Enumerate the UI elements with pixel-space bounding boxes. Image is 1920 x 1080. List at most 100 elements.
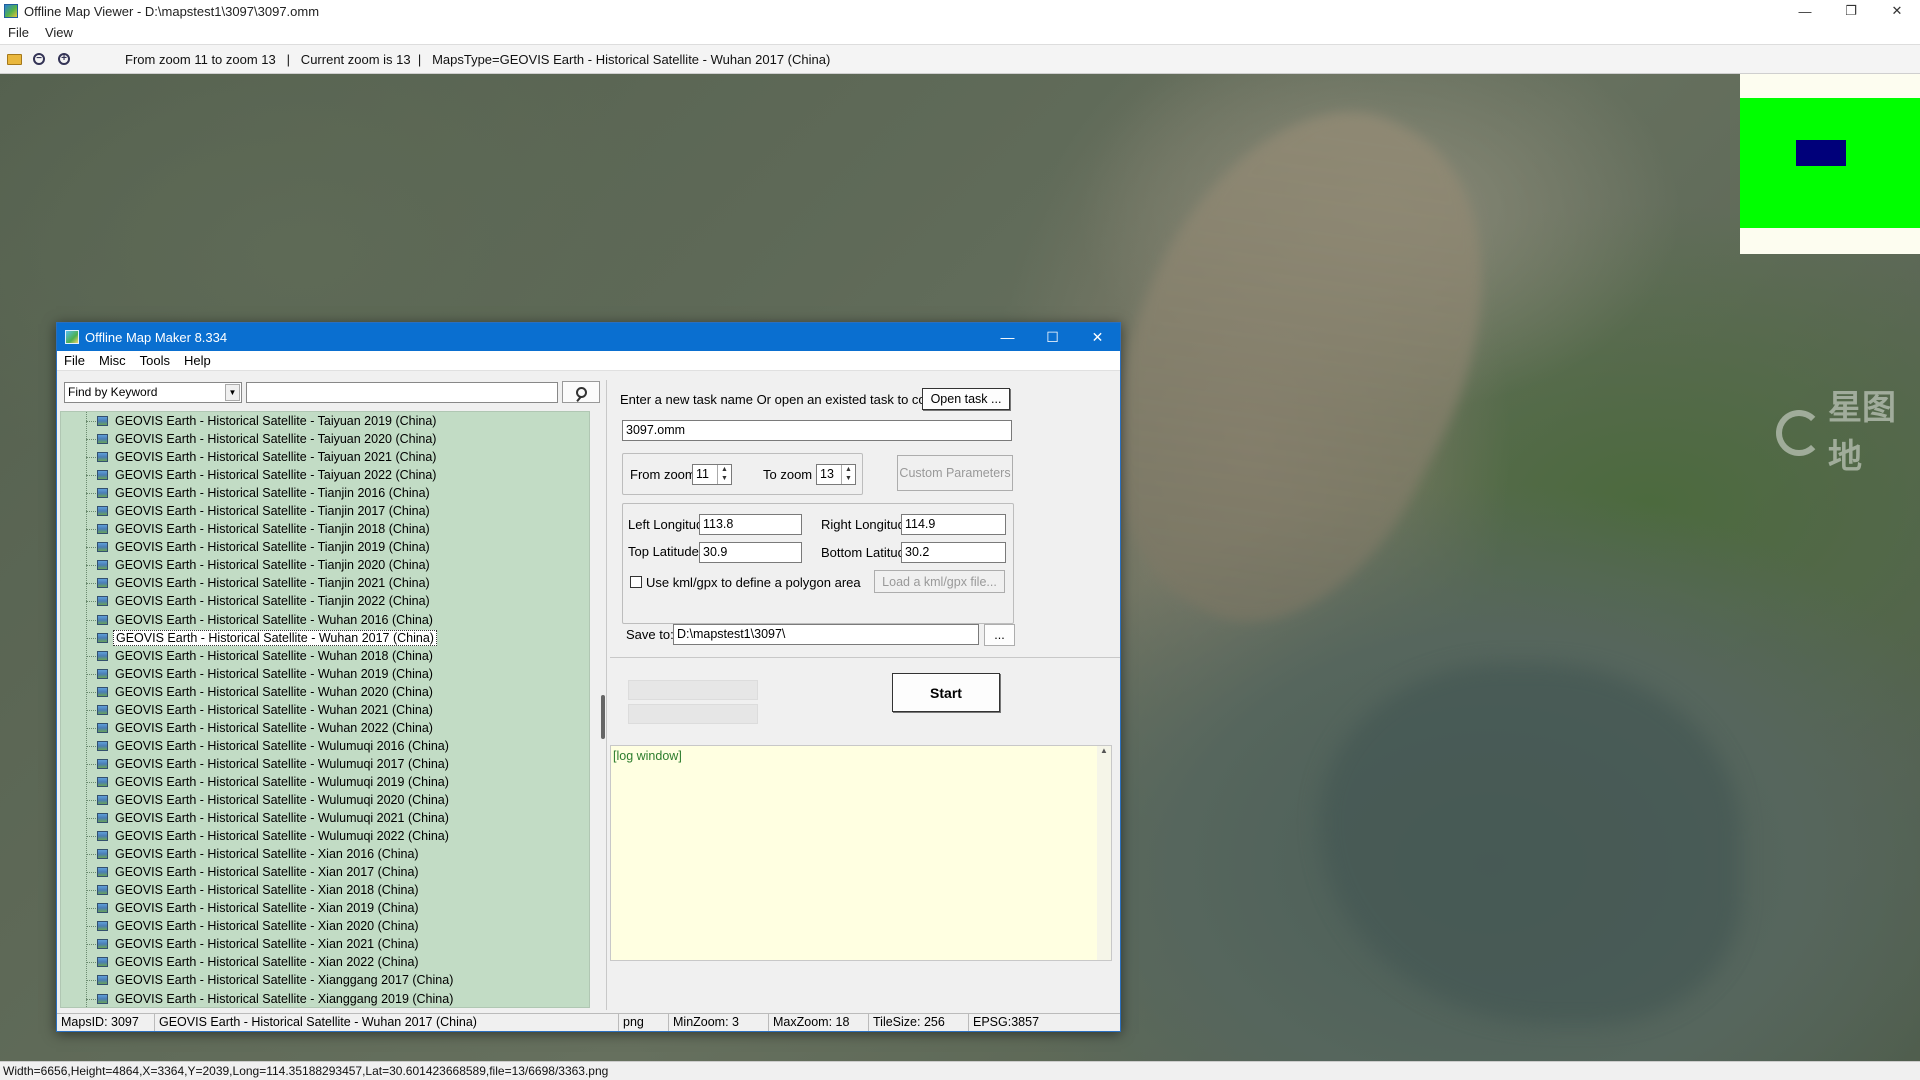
dialog-close-button[interactable]: ✕ xyxy=(1075,323,1120,351)
list-item[interactable]: GEOVIS Earth - Historical Satellite - Wu… xyxy=(61,773,589,791)
folder-icon xyxy=(6,53,22,65)
spin-updown-icon[interactable]: ▲ ▼ xyxy=(717,465,731,484)
custom-parameters-button[interactable]: Custom Parameters xyxy=(897,455,1013,491)
zoom-in-button[interactable]: + xyxy=(53,48,75,70)
find-mode-select[interactable]: Find by Keyword ▼ xyxy=(64,381,242,403)
list-item-label: GEOVIS Earth - Historical Satellite - Xi… xyxy=(115,919,419,934)
list-item[interactable]: GEOVIS Earth - Historical Satellite - Xi… xyxy=(61,881,589,899)
menu-view[interactable]: View xyxy=(37,25,81,40)
dialog-menu-misc[interactable]: Misc xyxy=(92,353,133,368)
tree-branch xyxy=(86,980,96,982)
maximize-button[interactable]: ❐ xyxy=(1828,0,1874,22)
dialog-minimize-button[interactable]: — xyxy=(985,323,1030,351)
list-item[interactable]: GEOVIS Earth - Historical Satellite - Wu… xyxy=(61,647,589,665)
list-item[interactable]: GEOVIS Earth - Historical Satellite - Wu… xyxy=(61,809,589,827)
list-item-label: GEOVIS Earth - Historical Satellite - Ta… xyxy=(115,450,437,465)
list-item[interactable]: GEOVIS Earth - Historical Satellite - Xi… xyxy=(61,899,589,917)
open-folder-button[interactable] xyxy=(3,48,25,70)
list-item[interactable]: GEOVIS Earth - Historical Satellite - Wu… xyxy=(61,629,589,647)
tree-branch xyxy=(86,439,96,441)
list-item[interactable]: GEOVIS Earth - Historical Satellite - Wu… xyxy=(61,827,589,845)
list-item[interactable]: GEOVIS Earth - Historical Satellite - Ti… xyxy=(61,484,589,502)
zoom-out-button[interactable]: − xyxy=(28,48,50,70)
list-item[interactable]: GEOVIS Earth - Historical Satellite - Ti… xyxy=(61,556,589,574)
log-scrollbar[interactable]: ▲ xyxy=(1097,746,1111,960)
list-item[interactable]: GEOVIS Earth - Historical Satellite - Ta… xyxy=(61,412,589,430)
list-item[interactable]: GEOVIS Earth - Historical Satellite - Wu… xyxy=(61,701,589,719)
list-item[interactable]: GEOVIS Earth - Historical Satellite - Ti… xyxy=(61,538,589,556)
list-item-label: GEOVIS Earth - Historical Satellite - Wu… xyxy=(115,648,433,663)
list-item[interactable]: GEOVIS Earth - Historical Satellite - Xi… xyxy=(61,953,589,971)
section-divider xyxy=(610,657,1120,658)
task-prompt-label: Enter a new task name Or open an existed… xyxy=(620,392,965,407)
map-icon xyxy=(97,921,108,932)
list-item-label: GEOVIS Earth - Historical Satellite - Wu… xyxy=(115,666,433,681)
dialog-menu-file[interactable]: File xyxy=(57,353,92,368)
from-zoom-stepper[interactable]: 11 ▲ ▼ xyxy=(692,464,732,485)
list-item[interactable]: GEOVIS Earth - Historical Satellite - Xi… xyxy=(61,917,589,935)
list-item[interactable]: GEOVIS Earth - Historical Satellite - Wu… xyxy=(61,755,589,773)
list-item[interactable]: GEOVIS Earth - Historical Satellite - Ta… xyxy=(61,466,589,484)
list-scrollbar-thumb[interactable] xyxy=(601,695,605,739)
to-zoom-stepper[interactable]: 13 ▲ ▼ xyxy=(816,464,856,485)
list-item[interactable]: GEOVIS Earth - Historical Satellite - Xi… xyxy=(61,935,589,953)
list-item[interactable]: GEOVIS Earth - Historical Satellite - Wu… xyxy=(61,791,589,809)
app-icon xyxy=(4,4,18,18)
right-longitude-input[interactable]: 114.9 xyxy=(901,514,1006,535)
open-task-button[interactable]: Open task ... xyxy=(922,388,1010,410)
left-longitude-input[interactable]: 113.8 xyxy=(699,514,802,535)
map-icon xyxy=(97,470,108,481)
dialog-maximize-button[interactable]: ☐ xyxy=(1030,323,1075,351)
list-item[interactable]: GEOVIS Earth - Historical Satellite - Wu… xyxy=(61,683,589,701)
overview-viewport-rect[interactable] xyxy=(1796,140,1846,166)
map-type-list[interactable]: GEOVIS Earth - Historical Satellite - Ta… xyxy=(60,411,590,1008)
list-item[interactable]: GEOVIS Earth - Historical Satellite - Ti… xyxy=(61,502,589,520)
list-item[interactable]: GEOVIS Earth - Historical Satellite - Xi… xyxy=(61,863,589,881)
kml-checkbox[interactable] xyxy=(630,576,642,588)
start-button[interactable]: Start xyxy=(892,673,1000,712)
list-item[interactable]: GEOVIS Earth - Historical Satellite - Xi… xyxy=(61,990,589,1008)
list-item-label: GEOVIS Earth - Historical Satellite - Ti… xyxy=(115,540,430,555)
app-menu-bar: File View xyxy=(0,22,1920,42)
list-item[interactable]: GEOVIS Earth - Historical Satellite - Wu… xyxy=(61,611,589,629)
map-icon xyxy=(97,776,108,787)
tree-branch xyxy=(86,583,96,585)
bottom-latitude-input[interactable]: 30.2 xyxy=(901,542,1006,563)
progress-bar-1 xyxy=(628,680,758,700)
list-item-label: GEOVIS Earth - Historical Satellite - Wu… xyxy=(115,774,449,789)
map-icon xyxy=(97,740,108,751)
map-icon xyxy=(97,795,108,805)
list-item[interactable]: GEOVIS Earth - Historical Satellite - Ti… xyxy=(61,592,589,610)
list-item[interactable]: GEOVIS Earth - Historical Satellite - Ti… xyxy=(61,574,589,592)
spin-updown-icon[interactable]: ▲ ▼ xyxy=(841,465,855,484)
map-icon xyxy=(97,542,108,553)
save-path-input[interactable]: D:\mapstest1\3097\ xyxy=(673,624,979,645)
dialog-menu-help[interactable]: Help xyxy=(177,353,218,368)
log-window[interactable]: [log window] ▲ xyxy=(610,745,1112,961)
list-item[interactable]: GEOVIS Earth - Historical Satellite - Wu… xyxy=(61,737,589,755)
map-icon xyxy=(97,524,108,535)
list-item-label: GEOVIS Earth - Historical Satellite - Xi… xyxy=(115,955,419,970)
list-item[interactable]: GEOVIS Earth - Historical Satellite - Xi… xyxy=(61,845,589,863)
menu-file[interactable]: File xyxy=(0,25,37,40)
list-item[interactable]: GEOVIS Earth - Historical Satellite - Ti… xyxy=(61,520,589,538)
chevron-down-icon[interactable]: ▼ xyxy=(225,383,240,401)
load-kml-button[interactable]: Load a kml/gpx file... xyxy=(874,570,1005,593)
close-button[interactable]: ✕ xyxy=(1874,0,1920,22)
search-button[interactable] xyxy=(562,381,600,403)
tree-branch xyxy=(86,890,96,892)
list-item[interactable]: GEOVIS Earth - Historical Satellite - Ta… xyxy=(61,448,589,466)
list-item[interactable]: GEOVIS Earth - Historical Satellite - Ta… xyxy=(61,430,589,448)
task-name-input[interactable]: 3097.omm xyxy=(622,420,1012,441)
list-item[interactable]: GEOVIS Earth - Historical Satellite - Wu… xyxy=(61,665,589,683)
browse-folder-button[interactable]: ... xyxy=(984,624,1015,646)
panel-splitter[interactable] xyxy=(606,380,607,1010)
overview-minimap[interactable] xyxy=(1740,74,1920,254)
dialog-menu-tools[interactable]: Tools xyxy=(133,353,177,368)
keyword-input[interactable] xyxy=(246,381,558,403)
top-latitude-input[interactable]: 30.9 xyxy=(699,542,802,563)
list-item[interactable]: GEOVIS Earth - Historical Satellite - Wu… xyxy=(61,719,589,737)
minimize-button[interactable]: — xyxy=(1782,0,1828,22)
status-min-zoom: MinZoom: 3 xyxy=(669,1014,769,1031)
list-item[interactable]: GEOVIS Earth - Historical Satellite - Xi… xyxy=(61,971,589,989)
